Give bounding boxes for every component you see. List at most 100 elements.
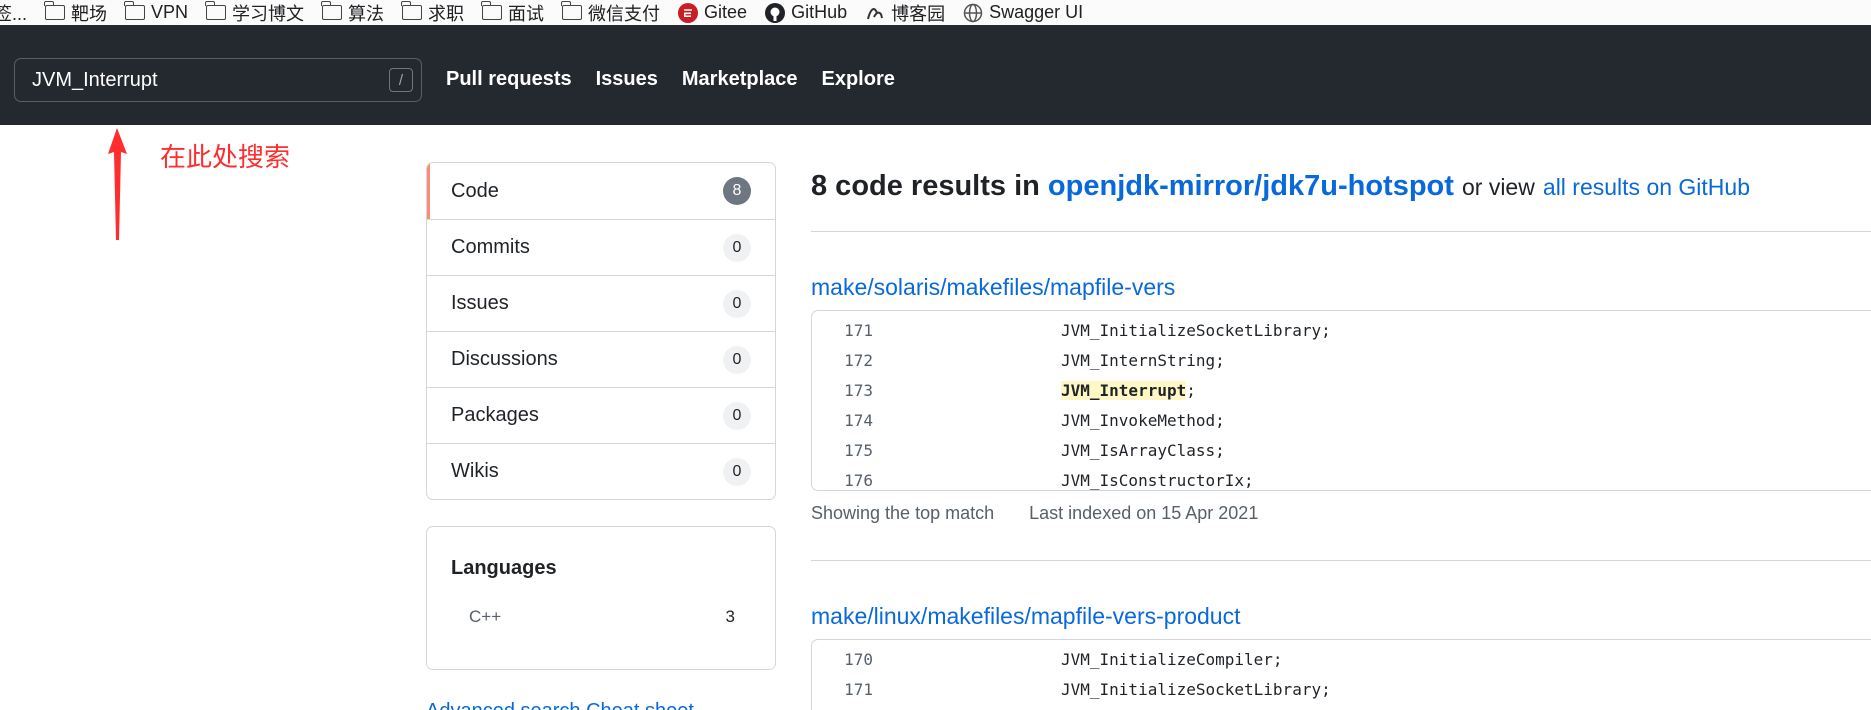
all-results-link[interactable]: all results on GitHub [1543, 174, 1750, 200]
code-text: JVM_InvokeMethod; [1061, 410, 1225, 430]
bookmark-label: 面试 [508, 3, 545, 24]
search-type-menu: Code 8 Commits 0 Issues 0 Discussions 0 … [426, 162, 776, 500]
filter-count: 8 [723, 177, 751, 205]
result-file-link[interactable]: make/solaris/makefiles/mapfile-vers [811, 274, 1175, 301]
line-number[interactable]: 174 [812, 411, 873, 430]
filter-label: Code [451, 179, 499, 202]
filter-wikis[interactable]: Wikis 0 [427, 443, 775, 499]
nav-marketplace[interactable]: Marketplace [682, 68, 798, 91]
line-number[interactable]: 172 [812, 351, 873, 370]
code-text: JVM_InitializeSocketLibrary; [1061, 679, 1331, 699]
code-line-match: 173 JVM_Interrupt; [812, 375, 1871, 405]
line-number[interactable]: 170 [812, 650, 873, 669]
bookmark-label: 学习博文 [232, 3, 305, 24]
filter-code[interactable]: Code 8 [427, 163, 775, 219]
bookmark-swagger[interactable]: Swagger UI [963, 2, 1083, 23]
bookmark-label: 签... [0, 3, 28, 24]
nav-explore[interactable]: Explore [822, 68, 895, 91]
line-number[interactable]: 173 [812, 381, 873, 400]
bookmark-folder[interactable]: 面试 [481, 0, 545, 26]
languages-title: Languages [451, 557, 557, 579]
bookmark-label: GitHub [791, 2, 848, 22]
filter-label: Issues [451, 292, 509, 314]
bookmark-label: 算法 [348, 3, 385, 24]
line-number[interactable]: 171 [812, 680, 873, 699]
code-text: JVM_IsArrayClass; [1061, 440, 1225, 460]
bookmark-label: 求职 [428, 3, 465, 24]
filter-count: 0 [723, 457, 751, 486]
header-nav: Pull requests Issues Marketplace Explore [446, 68, 895, 91]
bookmark-folder[interactable]: VPN [124, 1, 188, 23]
code-text: JVM_InitializeCompiler; [1061, 649, 1283, 669]
filter-count: 0 [723, 345, 751, 374]
bookmark-folder[interactable]: 求职 [401, 0, 465, 26]
bookmark-github[interactable]: GitHub [765, 2, 847, 23]
folder-icon [561, 1, 583, 20]
filter-label: Commits [451, 236, 530, 258]
divider [811, 560, 1871, 561]
divider [811, 231, 1871, 232]
or-view-text: or view [1461, 174, 1535, 200]
language-name: C++ [469, 607, 502, 626]
line-number[interactable]: 176 [812, 471, 873, 490]
folder-icon [401, 1, 423, 20]
bookmark-gitee[interactable]: Gitee [678, 2, 747, 23]
line-number[interactable]: 175 [812, 441, 873, 460]
bookmark-label: Gitee [704, 2, 748, 22]
code-line: 171 JVM_InitializeSocketLibrary; [812, 674, 1871, 704]
search-shortcut-hint: / [389, 68, 413, 92]
bookmark-item[interactable]: 签... [0, 0, 27, 26]
search-input[interactable] [15, 59, 385, 101]
bookmark-folder[interactable]: 微信支付 [561, 0, 661, 26]
filter-discussions[interactable]: Discussions 0 [427, 331, 775, 387]
filter-packages[interactable]: Packages 0 [427, 387, 775, 443]
bookmark-folder[interactable]: 靶场 [44, 0, 108, 26]
filter-commits[interactable]: Commits 0 [427, 219, 775, 275]
code-line: 170 JVM_InitializeCompiler; [812, 644, 1871, 674]
results-count: 8 code results in [811, 170, 1040, 202]
bookmark-label: 微信支付 [588, 3, 661, 24]
folder-icon [205, 1, 227, 20]
last-indexed-text: Last indexed on 15 Apr 2021 [1029, 503, 1259, 523]
filter-label: Discussions [451, 348, 558, 370]
github-icon [765, 2, 786, 23]
line-number[interactable]: 171 [812, 321, 873, 340]
bookmark-label: 博客园 [891, 3, 946, 24]
nav-issues[interactable]: Issues [596, 68, 658, 91]
bookmark-folder[interactable]: 算法 [321, 0, 385, 26]
bookmark-label: 靶场 [71, 3, 108, 24]
annotation-arrow-icon [108, 128, 127, 240]
code-line: 172 JVM_InternString; [812, 345, 1871, 375]
code-line: 171 JVM_InitializeSocketLibrary; [812, 315, 1871, 345]
filter-issues[interactable]: Issues 0 [427, 275, 775, 331]
code-line: 174 JVM_InvokeMethod; [812, 405, 1871, 435]
bookmark-cnblogs[interactable]: 博客园 [865, 0, 945, 26]
languages-box: Languages C++ 3 [426, 526, 776, 670]
results-heading: 8 code results in openjdk-mirror/jdk7u-h… [811, 170, 1750, 203]
folder-icon [321, 1, 343, 20]
search-box[interactable]: / [14, 58, 422, 102]
filter-count: 0 [723, 233, 751, 262]
globe-icon [963, 3, 983, 23]
folder-icon [481, 1, 503, 20]
code-line: 175 JVM_IsArrayClass; [812, 435, 1871, 465]
gitee-icon [678, 2, 699, 23]
advanced-search-link[interactable]: Advanced search Cheat sheet [426, 700, 694, 710]
filter-count: 0 [723, 401, 751, 430]
result-file-link[interactable]: make/linux/makefiles/mapfile-vers-produc… [811, 603, 1241, 630]
language-filter-cpp[interactable]: C++ 3 [469, 607, 735, 627]
code-text-suffix: ; [1186, 380, 1196, 400]
nav-pull-requests[interactable]: Pull requests [446, 68, 572, 91]
language-count: 3 [725, 607, 735, 626]
bookmark-folder[interactable]: 学习博文 [205, 0, 305, 26]
code-line: 176 JVM_IsConstructorIx; [812, 465, 1871, 495]
github-header: / Pull requests Issues Marketplace Explo… [0, 25, 1871, 125]
bookmark-label: Swagger UI [989, 2, 1084, 22]
code-text: JVM_IsConstructorIx; [1061, 470, 1254, 490]
repo-link[interactable]: openjdk-mirror/jdk7u-hotspot [1048, 170, 1454, 202]
cnblogs-icon [865, 3, 885, 23]
annotation-text: 在此处搜索 [160, 142, 291, 172]
bookmarks-bar: 签... 靶场 VPN 学习博文 算法 求职 面试 微信支付 Gitee Git… [0, 0, 1871, 25]
folder-icon [44, 1, 66, 20]
code-text: JVM_InternString; [1061, 350, 1225, 370]
